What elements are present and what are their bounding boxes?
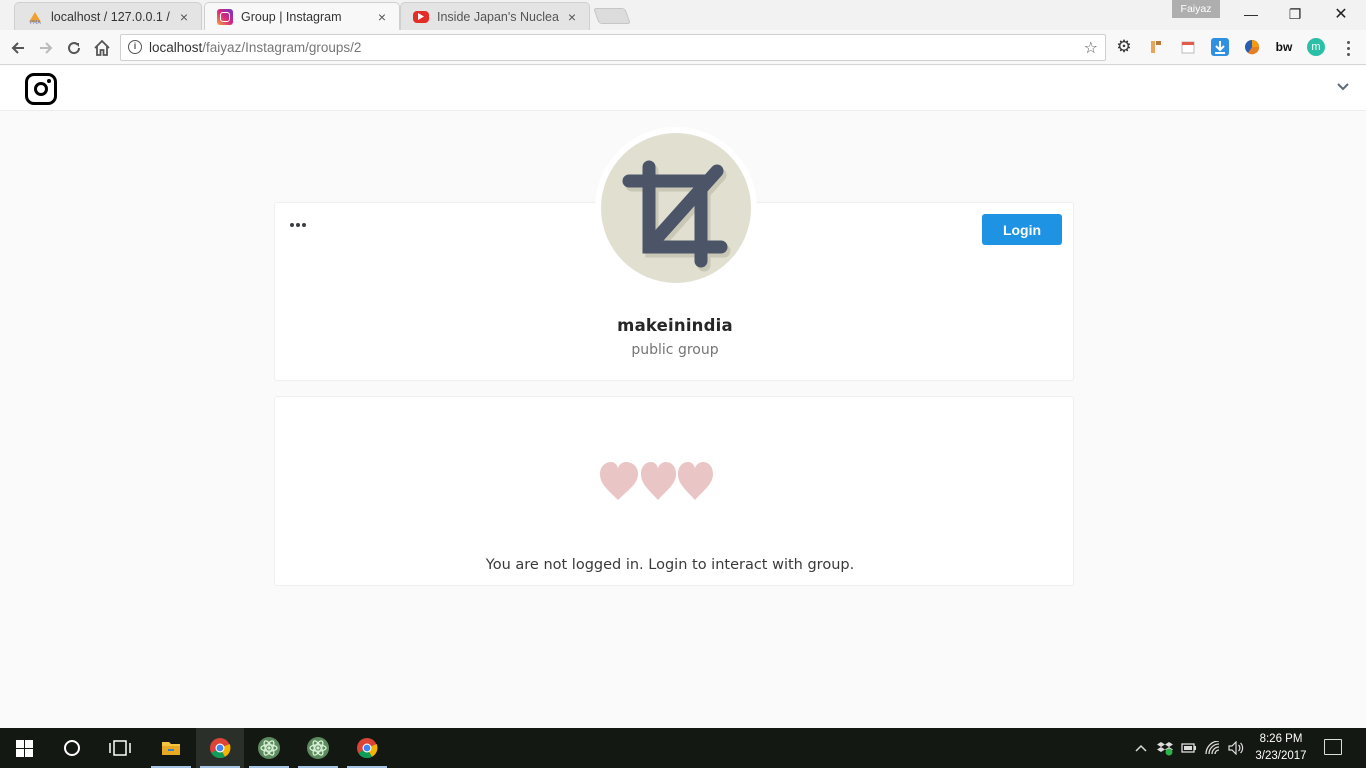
- back-button[interactable]: [6, 36, 30, 60]
- atom-icon[interactable]: [294, 728, 342, 768]
- volume-icon[interactable]: [1228, 740, 1244, 756]
- close-window-button[interactable]: ✕: [1318, 0, 1364, 28]
- url-path: /faiyaz/Instagram/groups/2: [202, 40, 362, 55]
- clock-date: 3/23/2017: [1255, 750, 1307, 762]
- instagram-icon: [217, 8, 233, 25]
- group-avatar: [595, 127, 757, 289]
- bw-icon[interactable]: bw: [1275, 38, 1293, 56]
- more-options-button[interactable]: [290, 219, 310, 231]
- file-explorer-icon[interactable]: [147, 728, 195, 768]
- tab-youtube[interactable]: Inside Japan's Nuclear M ×: [400, 2, 590, 30]
- pie-icon[interactable]: [1243, 38, 1261, 56]
- windows-taskbar: 8:26 PM 3/23/2017: [0, 728, 1366, 768]
- system-clock[interactable]: 8:26 PM 3/23/2017: [1248, 731, 1314, 765]
- clock-time: 8:26 PM: [1259, 733, 1303, 745]
- hearts-icon: [600, 462, 713, 500]
- back-arrow-icon: [11, 42, 24, 54]
- reload-button[interactable]: [62, 36, 86, 60]
- crop-icon: [622, 160, 731, 272]
- youtube-icon: [413, 10, 429, 23]
- home-icon: [94, 39, 110, 56]
- tab-title: Inside Japan's Nuclear M: [437, 9, 559, 24]
- download-icon[interactable]: [1211, 38, 1229, 56]
- chrome-icon[interactable]: [343, 728, 391, 768]
- login-button[interactable]: Login: [982, 214, 1062, 245]
- bookmark-star-icon[interactable]: ☆: [1084, 38, 1098, 58]
- login-prompt-message: You are not logged in. Login to interact…: [485, 557, 855, 573]
- profile-button[interactable]: Faiyaz: [1172, 0, 1220, 18]
- restore-button[interactable]: ❐: [1272, 0, 1318, 28]
- tab-close-icon[interactable]: ×: [375, 9, 389, 25]
- chrome-icon[interactable]: [196, 728, 244, 768]
- minimize-button[interactable]: —: [1228, 0, 1274, 28]
- chevron-down-icon[interactable]: [1335, 78, 1351, 94]
- group-name: makeinindia: [617, 316, 733, 335]
- gear-icon[interactable]: ⚙: [1115, 37, 1133, 56]
- windows-start-icon[interactable]: [0, 728, 48, 768]
- phpmyadmin-icon: PMA: [27, 9, 43, 26]
- battery-icon[interactable]: [1181, 740, 1197, 756]
- new-tab-button[interactable]: [593, 8, 631, 24]
- browser-tab-strip: PMA localhost / 127.0.0.1 / ins × Group …: [0, 0, 1366, 30]
- avatar-background: [601, 133, 751, 283]
- wifi-icon[interactable]: [1205, 740, 1221, 756]
- group-feed-card: You are not logged in. Login to interact…: [274, 396, 1074, 586]
- tray-overflow-chevron-icon[interactable]: [1133, 740, 1149, 756]
- atom-icon[interactable]: [245, 728, 293, 768]
- site-header: [0, 66, 1366, 111]
- tab-title: localhost / 127.0.0.1 / ins: [51, 9, 171, 24]
- tab-instagram[interactable]: Group | Instagram ×: [204, 2, 400, 30]
- bookmark-icon[interactable]: [1147, 38, 1165, 56]
- url-host: localhost: [149, 40, 203, 55]
- forward-arrow-icon: [40, 42, 53, 54]
- dropbox-icon[interactable]: [1157, 740, 1173, 756]
- browser-toolbar: i localhost/faiyaz/Instagram/groups/2 ☆ …: [0, 30, 1366, 65]
- task-view-icon[interactable]: [96, 728, 144, 768]
- cortana-icon[interactable]: [48, 728, 96, 768]
- home-button[interactable]: [90, 36, 114, 60]
- reload-icon: [68, 42, 81, 55]
- svg-text:PMA: PMA: [30, 20, 41, 25]
- site-info-icon[interactable]: i: [128, 40, 142, 54]
- tab-close-icon[interactable]: ×: [177, 9, 191, 25]
- tab-phpmyadmin[interactable]: PMA localhost / 127.0.0.1 / ins ×: [14, 2, 202, 30]
- instagram-logo-icon[interactable]: [25, 73, 57, 105]
- group-type: public group: [631, 342, 719, 358]
- tab-close-icon[interactable]: ×: [565, 9, 579, 25]
- m-icon[interactable]: m: [1307, 38, 1325, 56]
- forward-button[interactable]: [34, 36, 58, 60]
- calendar-icon[interactable]: [1179, 38, 1197, 56]
- browser-menu-button[interactable]: [1340, 36, 1356, 60]
- address-bar[interactable]: i localhost/faiyaz/Instagram/groups/2 ☆: [120, 34, 1106, 61]
- tab-title: Group | Instagram: [241, 9, 342, 24]
- url-text: localhost/faiyaz/Instagram/groups/2: [149, 40, 361, 55]
- notifications-icon[interactable]: [1324, 739, 1342, 755]
